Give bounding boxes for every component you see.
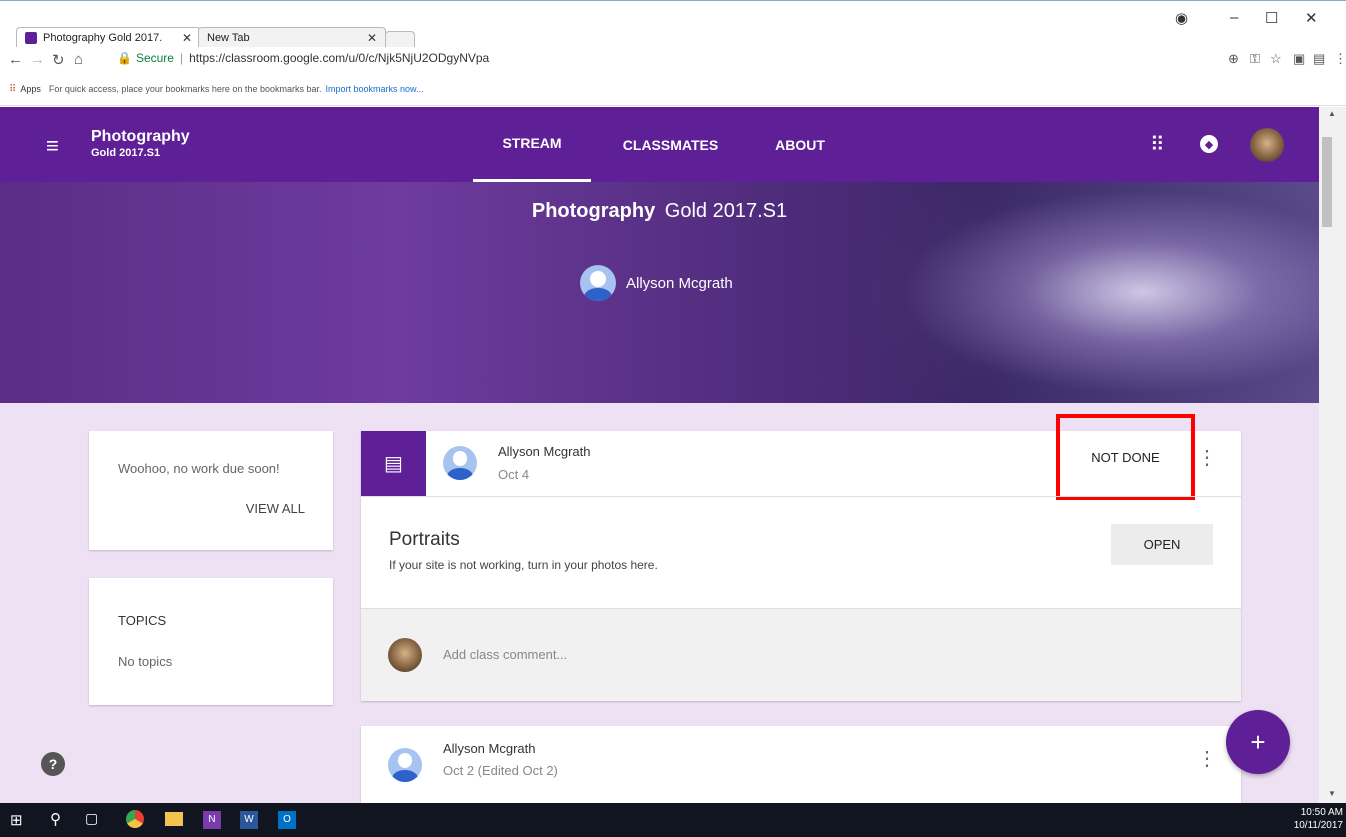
bookmarks-prompt: For quick access, place your bookmarks h… [48,84,322,94]
create-fab-button[interactable]: + [1226,710,1290,774]
key-icon[interactable]: ⚿ [1250,51,1260,67]
teacher-avatar [580,265,616,301]
banner-section: Gold 2017.S1 [664,200,788,222]
author-avatar [388,748,422,782]
maximize-icon[interactable]: ☐ [1265,9,1278,27]
stream-content: Woohoo, no work due soon! VIEW ALL TOPIC… [0,403,1319,806]
url-field[interactable]: 🔒 Secure | https://classroom.google.com/… [117,51,489,65]
class-section: Gold 2017.S1 [91,147,161,159]
new-tab-button[interactable] [385,31,415,47]
account-avatar[interactable] [1250,128,1284,162]
topics-heading: TOPICS [118,613,167,628]
post-options-icon[interactable]: ⋮ [1197,448,1217,468]
forward-icon[interactable]: → [30,51,45,68]
apps-link[interactable]: Apps [20,84,41,94]
zoom-icon[interactable]: ⊕ [1228,51,1239,67]
notifications-icon[interactable]: ◆ [1200,135,1218,153]
page-scrollbar[interactable]: ▲ ▼ [1319,107,1346,803]
lock-icon: 🔒 [117,51,132,65]
tab-new[interactable]: New Tab ✕ [198,27,386,47]
classroom-favicon-icon [25,31,37,44]
windows-start-icon[interactable]: ⊞ [10,811,23,829]
add-comment-input[interactable]: Add class comment... [443,647,567,662]
not-done-status[interactable]: NOT DONE [1056,414,1195,500]
classroom-app-bar: ≡ Photography Gold 2017.S1 STREAM CLASSM… [0,107,1319,182]
tab-classmates[interactable]: CLASSMATES [603,107,738,182]
clock-time[interactable]: 10:50 AM [1294,806,1343,819]
onenote-icon[interactable]: N [203,811,221,829]
open-button[interactable]: OPEN [1111,524,1213,565]
tab-title: New Tab [207,31,250,44]
close-tab-icon[interactable]: ✕ [367,31,377,45]
scrollbar-thumb[interactable] [1322,137,1332,227]
no-work-message: Woohoo, no work due soon! [118,461,280,476]
import-bookmarks-link[interactable]: Import bookmarks now... [325,84,423,94]
view-all-button[interactable]: VIEW ALL [246,501,305,516]
post-date: Oct 4 [498,467,530,482]
scroll-up-icon[interactable]: ▲ [1328,109,1336,118]
close-window-icon[interactable]: ✕ [1305,9,1318,27]
url-text: https://classroom.google.com/u/0/c/Njk5N… [189,51,490,65]
post-author[interactable]: Allyson Mcgrath [443,741,535,756]
browser-tab-strip: Photography Gold 2017. ✕ New Tab ✕ ◉ – ☐… [0,0,1346,47]
close-tab-icon[interactable]: ✕ [182,31,192,45]
tab-classroom[interactable]: Photography Gold 2017. ✕ [16,27,201,47]
clock-date[interactable]: 10/11/2017 [1294,819,1343,832]
topics-card: TOPICS No topics [89,578,333,705]
card-divider [361,496,1241,497]
extension-icon[interactable]: ▣ [1293,51,1305,67]
profile-icon[interactable]: ◉ [1175,9,1188,27]
tab-about[interactable]: ABOUT [760,107,840,182]
reload-icon[interactable]: ↻ [52,51,65,69]
outlook-icon[interactable]: O [278,811,296,829]
commenter-avatar [388,638,422,672]
class-banner: Photography Gold 2017.S1 Allyson Mcgrath [0,182,1319,403]
banner-class-name: Photography [531,200,656,222]
word-icon[interactable]: W [240,811,258,829]
assignment-card: ▤ Allyson Mcgrath Oct 4 NOT DONE ⋮ Portr… [361,414,1241,701]
apps-icon[interactable]: ⠿ [9,84,16,95]
secure-label: Secure [135,51,174,65]
tab-stream[interactable]: STREAM [473,107,591,182]
author-avatar [443,446,477,480]
menu-dots-icon[interactable]: ⋮ [1334,51,1346,67]
back-icon[interactable]: ← [8,51,23,68]
chrome-icon[interactable] [126,810,144,828]
assignment-title[interactable]: Portraits [389,529,460,551]
assignment-icon: ▤ [361,431,426,496]
scroll-down-icon[interactable]: ▼ [1328,789,1336,798]
no-topics-text: No topics [118,654,173,669]
post-options-icon[interactable]: ⋮ [1197,749,1217,769]
hamburger-menu-icon[interactable]: ≡ [46,133,59,159]
post-author[interactable]: Allyson Mcgrath [498,444,590,459]
minimize-icon[interactable]: – [1230,9,1238,26]
class-name[interactable]: Photography [91,128,190,146]
post-card: Allyson Mcgrath Oct 2 (Edited Oct 2) ⋮ [361,726,1241,806]
help-icon[interactable]: ? [41,752,65,776]
file-explorer-icon[interactable] [165,812,183,826]
search-icon[interactable]: ⚲ [50,810,61,828]
bookmarks-bar: ⠿ Apps For quick access, place your book… [0,73,1346,106]
post-date: Oct 2 (Edited Oct 2) [443,763,558,778]
windows-taskbar: ⊞ ⚲ ▢ N W O 10:50 AM 10/11/2017 [0,803,1346,837]
pdf-extension-icon[interactable]: ▤ [1313,51,1325,67]
google-apps-icon[interactable]: ⠿ [1150,132,1165,157]
upcoming-card: Woohoo, no work due soon! VIEW ALL [89,431,333,550]
star-icon[interactable]: ☆ [1270,51,1282,67]
task-view-icon[interactable]: ▢ [85,810,98,827]
comment-section: Add class comment... [361,608,1241,701]
tab-title: Photography Gold 2017. [43,31,163,44]
home-icon[interactable]: ⌂ [74,51,83,68]
assignment-description: If your site is not working, turn in you… [389,558,658,572]
teacher-name[interactable]: Allyson Mcgrath [626,275,733,292]
